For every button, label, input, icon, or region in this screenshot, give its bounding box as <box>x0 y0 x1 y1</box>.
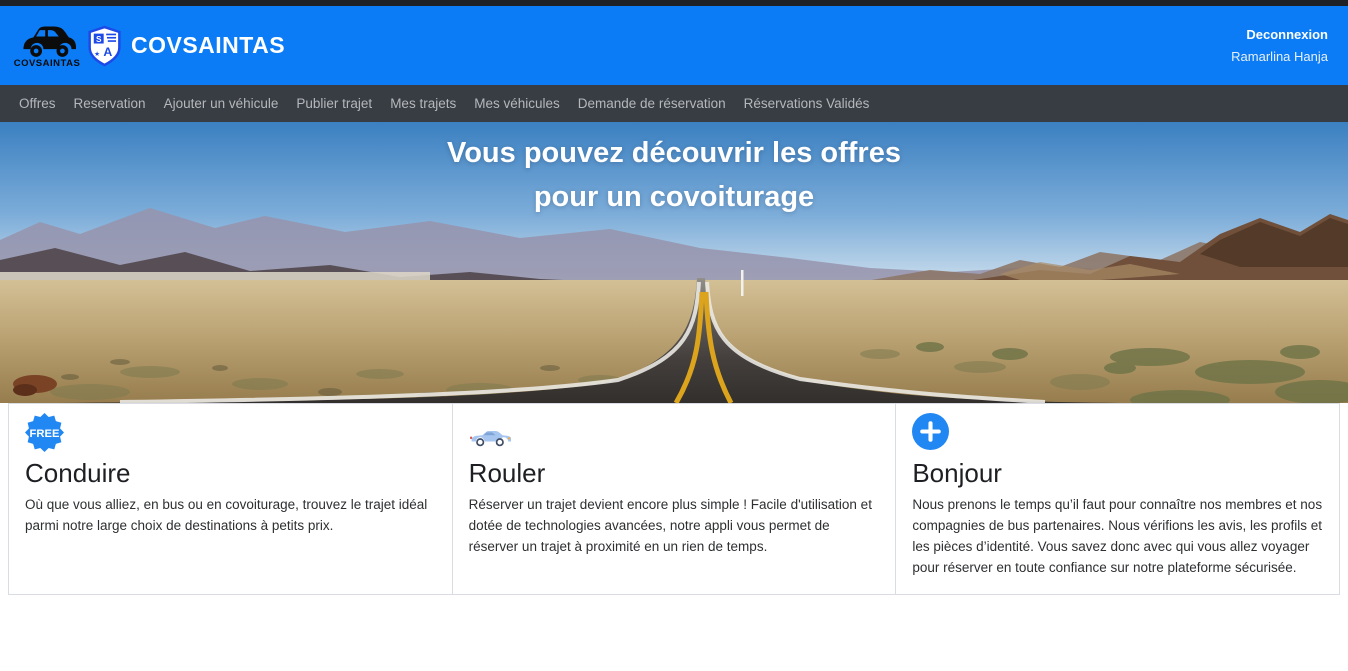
card-conduire-title: Conduire <box>25 458 436 489</box>
mile-marker-post <box>741 270 744 296</box>
user-name: Ramarlina Hanja <box>1231 49 1328 64</box>
card-rouler-body: Réserver un trajet devient encore plus s… <box>469 494 880 557</box>
shield-star-icon: ★ <box>94 50 100 57</box>
card-conduire: FREE Conduire Où que vous alliez, en bus… <box>8 403 453 595</box>
nav-item-reservation[interactable]: Reservation <box>65 96 155 111</box>
card-bonjour: Bonjour Nous prenons le temps qu’il faut… <box>895 403 1340 595</box>
card-conduire-body: Où que vous alliez, en bus ou en covoitu… <box>25 494 436 536</box>
brand-title: COVSAINTAS <box>131 32 285 59</box>
nav-item-mes-vehicules[interactable]: Mes véhicules <box>465 96 569 111</box>
card-bonjour-title: Bonjour <box>912 458 1323 489</box>
nav-item-mes-trajets[interactable]: Mes trajets <box>381 96 465 111</box>
shield-letter-s: S <box>96 34 102 43</box>
hero-headline-line1: Vous pouvez découvrir les offres <box>0 131 1348 175</box>
nav-item-ajouter-vehicule[interactable]: Ajouter un véhicule <box>155 96 288 111</box>
nav-item-publier-trajet[interactable]: Publier trajet <box>287 96 381 111</box>
main-nav: Offres Reservation Ajouter un véhicule P… <box>0 85 1348 122</box>
brand-group: COVSAINTAS S A ★ COVSAINTAS <box>16 22 285 69</box>
app-header: COVSAINTAS S A ★ COVSAINTAS Deconnexion … <box>0 6 1348 85</box>
card-rouler-title: Rouler <box>469 458 880 489</box>
hero-banner: Vous pouvez découvrir les offres pour un… <box>0 122 1348 403</box>
car-icon <box>469 413 880 455</box>
hero-headline-line2: pour un covoiturage <box>0 175 1348 219</box>
hero-headline: Vous pouvez découvrir les offres pour un… <box>0 131 1348 219</box>
card-rouler: Rouler Réserver un trajet devient encore… <box>452 403 897 595</box>
free-badge-icon: FREE <box>25 413 436 455</box>
logout-link[interactable]: Deconnexion <box>1246 27 1328 42</box>
nav-item-reservations-valides[interactable]: Réservations Validés <box>735 96 879 111</box>
feature-cards: FREE Conduire Où que vous alliez, en bus… <box>0 403 1348 595</box>
header-right: Deconnexion Ramarlina Hanja <box>1231 27 1332 64</box>
card-bonjour-body: Nous prenons le temps qu’il faut pour co… <box>912 494 1323 578</box>
shield-logo[interactable]: S A ★ <box>88 25 121 67</box>
nav-item-demande-reservation[interactable]: Demande de réservation <box>569 96 735 111</box>
nav-item-offres[interactable]: Offres <box>10 96 65 111</box>
free-badge-label: FREE <box>30 428 60 440</box>
car-silhouette-icon <box>18 22 76 60</box>
shield-letter-a: A <box>103 44 112 58</box>
plus-icon <box>912 413 1323 455</box>
car-logo-caption: COVSAINTAS <box>14 58 81 69</box>
car-logo[interactable]: COVSAINTAS <box>16 22 78 69</box>
